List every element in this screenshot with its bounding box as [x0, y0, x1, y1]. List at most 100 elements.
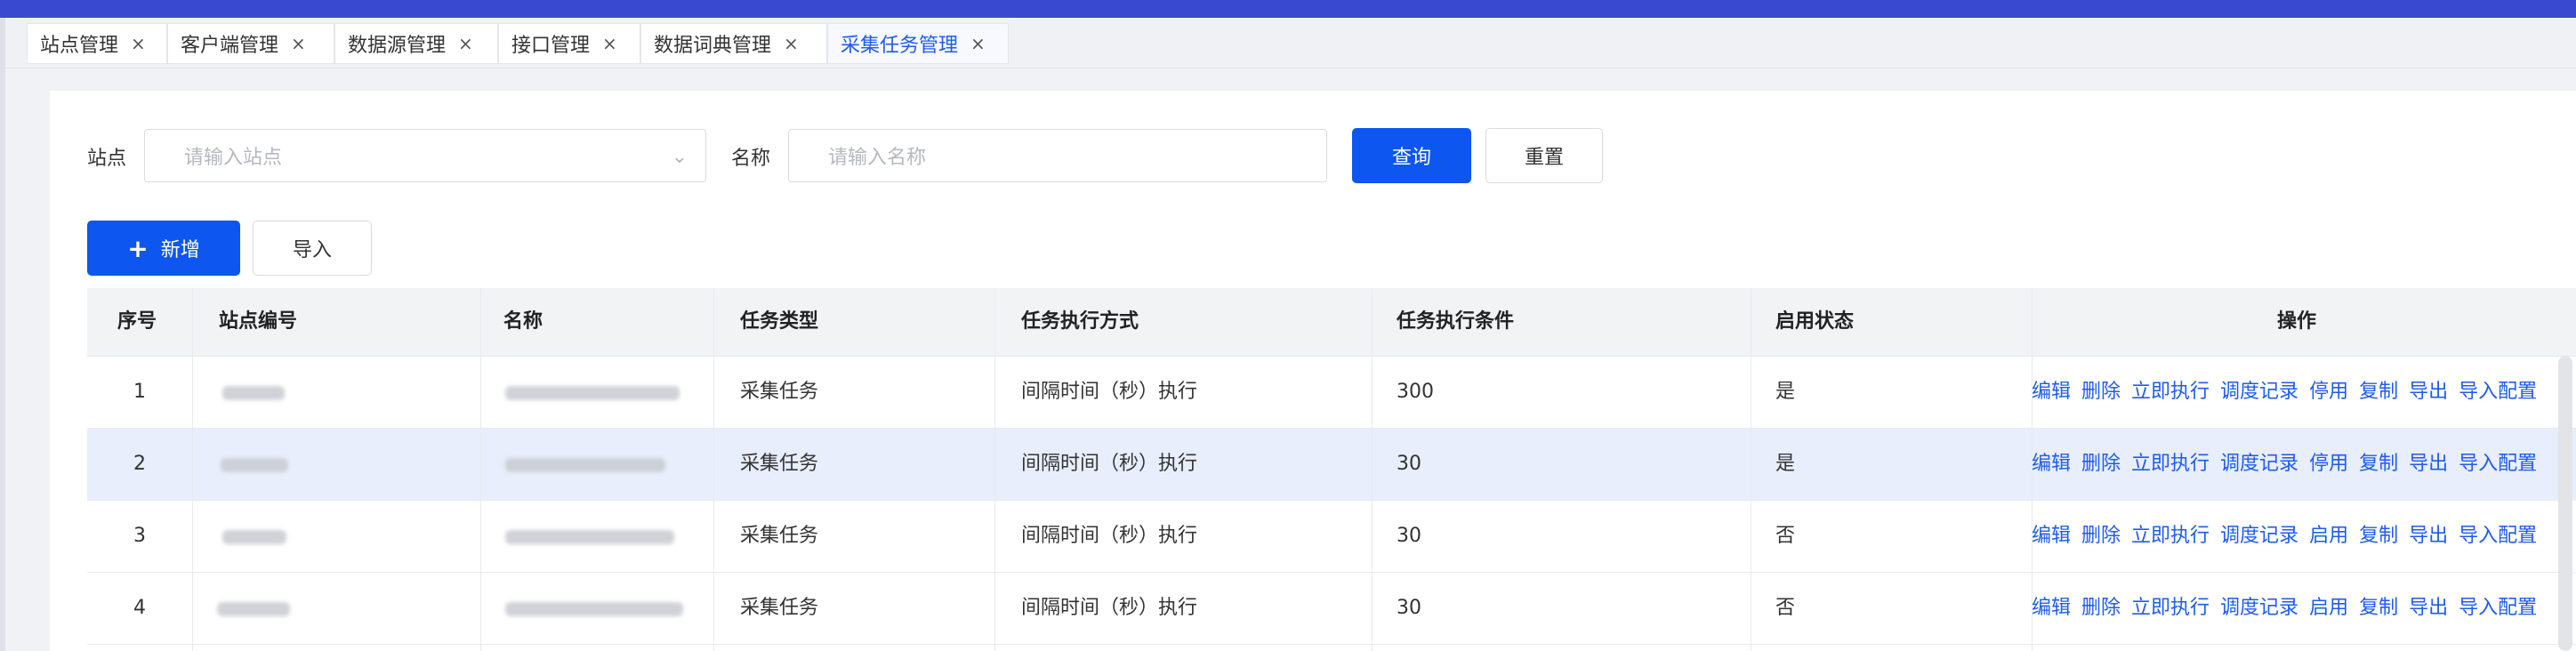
run-now-link[interactable]: 立即执行	[2131, 381, 2210, 403]
cell-index: 3	[133, 525, 146, 547]
toggle-enable-link[interactable]: 启用	[2309, 597, 2348, 619]
tab-datasource-management[interactable]: 数据源管理 ×	[334, 23, 498, 64]
reset-button[interactable]: 重置	[1485, 128, 1603, 183]
toggle-enable-link[interactable]: 停用	[2309, 453, 2348, 475]
tab-label: 数据词典管理	[654, 35, 772, 57]
import-config-link[interactable]: 导入配置	[2459, 453, 2537, 475]
header-exec-condition: 任务执行条件	[1397, 310, 1515, 333]
tab-dictionary-management[interactable]: 数据词典管理 ×	[640, 23, 827, 64]
delete-link[interactable]: 删除	[2081, 453, 2121, 475]
export-link[interactable]: 导出	[2409, 453, 2448, 475]
copy-link[interactable]: 复制	[2359, 597, 2398, 619]
cell-exec-condition: 30	[1397, 525, 1421, 547]
cell-task-type: 采集任务	[740, 453, 819, 475]
edit-link[interactable]: 编辑	[2032, 453, 2071, 475]
cell-enabled: 是	[1775, 453, 1796, 475]
schedule-log-link[interactable]: 调度记录	[2220, 597, 2298, 619]
tab-label: 客户端管理	[181, 35, 279, 57]
export-link[interactable]: 导出	[2409, 381, 2448, 403]
edit-link[interactable]: 编辑	[2032, 597, 2071, 619]
row-actions: 编辑 删除 立即执行 调度记录 启用 复制 导出 导入配置	[2032, 501, 2548, 572]
blurred-name	[505, 386, 680, 400]
column-divider	[713, 288, 714, 651]
tab-api-management[interactable]: 接口管理 ×	[498, 23, 640, 64]
close-icon[interactable]: ×	[131, 33, 146, 54]
header-enabled: 启用状态	[1775, 310, 1855, 333]
import-config-link[interactable]: 导入配置	[2459, 525, 2537, 547]
cell-exec-condition: 300	[1397, 381, 1434, 403]
delete-link[interactable]: 删除	[2081, 597, 2121, 619]
site-select[interactable]: 请输入站点 ⌄	[144, 129, 706, 182]
cell-enabled: 否	[1775, 597, 1796, 619]
add-label: 新增	[160, 239, 200, 261]
copy-link[interactable]: 复制	[2359, 525, 2398, 547]
close-icon[interactable]: ×	[458, 33, 473, 54]
schedule-log-link[interactable]: 调度记录	[2220, 381, 2298, 403]
cell-exec-condition: 30	[1397, 597, 1421, 619]
tab-label: 数据源管理	[348, 35, 447, 57]
column-divider	[480, 288, 481, 651]
delete-link[interactable]: 删除	[2081, 525, 2121, 547]
column-divider	[192, 288, 193, 651]
cell-index: 2	[133, 453, 146, 475]
cell-task-type: 采集任务	[740, 597, 819, 619]
copy-link[interactable]: 复制	[2359, 453, 2398, 475]
table-row: 1 采集任务 间隔时间（秒）执行 300 是 编辑 删除 立即执行 调度记录 停用 复制导…	[87, 357, 2576, 429]
cell-task-type: 采集任务	[740, 525, 819, 547]
copy-link[interactable]: 复制	[2359, 381, 2398, 403]
query-button[interactable]: 查询	[1352, 128, 1471, 183]
task-table: 序号 站点编号 名称 任务类型 任务执行方式 任务执行条件 启用状态 操作 1 …	[87, 288, 2576, 651]
row-actions: 编辑 删除 立即执行 调度记录 停用 复制 导出 导入配置	[2032, 429, 2548, 500]
delete-link[interactable]: 删除	[2081, 381, 2121, 403]
export-link[interactable]: 导出	[2409, 525, 2448, 547]
toggle-enable-link[interactable]: 停用	[2309, 381, 2348, 403]
run-now-link[interactable]: 立即执行	[2131, 453, 2210, 475]
tab-label: 接口管理	[511, 35, 591, 57]
tab-client-management[interactable]: 客户端管理 ×	[167, 23, 334, 64]
column-divider	[994, 288, 995, 651]
blurred-site-code	[221, 458, 288, 472]
vertical-scrollbar[interactable]	[2558, 356, 2572, 651]
import-config-link[interactable]: 导入配置	[2459, 381, 2537, 403]
table-row: 4 采集任务 间隔时间（秒）执行 30 否 编辑 删除 立即执行 调度记录 启用 复制 导出…	[87, 573, 2576, 645]
cell-exec-condition: 30	[1397, 453, 1421, 475]
toggle-enable-link[interactable]: 启用	[2309, 525, 2348, 547]
table-row: 2 采集任务 间隔时间（秒）执行 30 是 编辑 删除 立即执行 调度记录 停用 复制 导出…	[87, 429, 2576, 501]
name-placeholder: 请输入名称	[828, 147, 927, 169]
close-icon[interactable]: ×	[784, 33, 799, 54]
import-config-link[interactable]: 导入配置	[2459, 597, 2537, 619]
header-exec-mode: 任务执行方式	[1021, 310, 1139, 333]
run-now-link[interactable]: 立即执行	[2131, 597, 2210, 619]
site-label: 站点	[87, 148, 127, 170]
column-divider	[2032, 288, 2033, 651]
blurred-name	[505, 530, 674, 544]
column-divider	[1372, 288, 1373, 651]
tab-collection-task-management[interactable]: 采集任务管理 ×	[827, 23, 1009, 64]
add-button[interactable]: + 新增	[87, 221, 240, 276]
schedule-log-link[interactable]: 调度记录	[2220, 525, 2298, 547]
export-link[interactable]: 导出	[2409, 597, 2448, 619]
schedule-log-link[interactable]: 调度记录	[2220, 453, 2298, 475]
cell-exec-mode: 间隔时间（秒）执行	[1021, 381, 1198, 403]
plus-icon: +	[127, 233, 149, 263]
blurred-site-code	[217, 602, 290, 616]
cell-index: 4	[133, 597, 146, 619]
cell-enabled: 否	[1775, 525, 1796, 547]
blurred-site-code	[222, 530, 286, 544]
tab-label: 站点管理	[40, 35, 119, 57]
tab-site-management[interactable]: 站点管理 ×	[27, 23, 167, 64]
header-site-code: 站点编号	[219, 310, 298, 333]
table-row: 3 采集任务 间隔时间（秒）执行 30 否 编辑 删除 立即执行 调度记录 启用 复制 导出…	[87, 501, 2576, 573]
cell-exec-mode: 间隔时间（秒）执行	[1021, 597, 1198, 619]
edit-link[interactable]: 编辑	[2032, 525, 2071, 547]
blurred-name	[505, 458, 665, 472]
close-icon[interactable]: ×	[970, 33, 986, 54]
close-icon[interactable]: ×	[291, 33, 306, 54]
header-name: 名称	[503, 310, 543, 333]
edit-link[interactable]: 编辑	[2032, 381, 2071, 403]
import-button[interactable]: 导入	[253, 221, 372, 276]
close-icon[interactable]: ×	[602, 33, 617, 54]
cell-enabled: 是	[1775, 381, 1796, 403]
run-now-link[interactable]: 立即执行	[2131, 525, 2210, 547]
name-input[interactable]: 请输入名称	[788, 129, 1327, 182]
